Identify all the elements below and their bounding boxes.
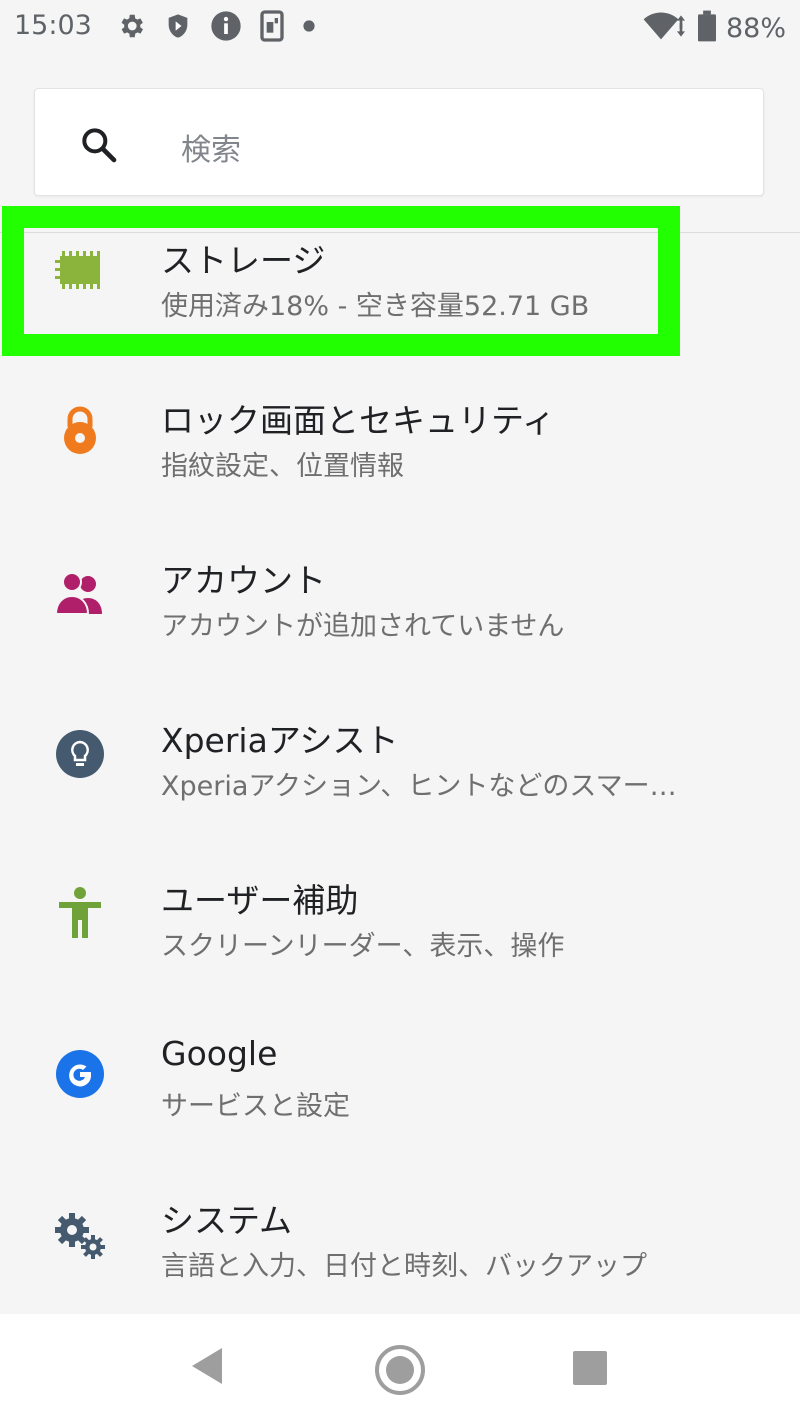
- wifi-icon: [642, 10, 688, 46]
- accessibility-icon: [54, 886, 106, 938]
- settings-item-system[interactable]: システム 言語と入力、日付と時刻、バックアップ: [0, 1176, 800, 1316]
- status-right: 88%: [642, 10, 786, 46]
- settings-item-title: Google: [161, 1034, 278, 1073]
- settings-item-subtitle: 言語と入力、日付と時刻、バックアップ: [161, 1251, 647, 1282]
- battery-percent: 88%: [725, 12, 786, 44]
- sim-icon: [260, 10, 284, 42]
- settings-item-subtitle: スクリーンリーダー、表示、操作: [161, 931, 565, 962]
- google-icon: [54, 1048, 106, 1100]
- lock-icon: [54, 404, 106, 456]
- status-bar: 15:03 88%: [0, 0, 800, 56]
- lightbulb-icon: [54, 728, 106, 780]
- accounts-icon: [54, 568, 106, 620]
- search-bar[interactable]: 検索: [34, 88, 764, 196]
- settings-item-subtitle: アカウントが追加されていません: [161, 611, 565, 642]
- home-icon[interactable]: [374, 1344, 426, 1400]
- settings-item-accounts[interactable]: アカウント アカウントが追加されていません: [0, 536, 800, 676]
- settings-item-accessibility[interactable]: ユーザー補助 スクリーンリーダー、表示、操作: [0, 856, 800, 996]
- settings-item-subtitle: サービスと設定: [161, 1091, 350, 1122]
- status-icons-left: [116, 10, 316, 42]
- battery-icon: [697, 10, 716, 46]
- search-icon: [79, 125, 119, 169]
- settings-item-title: システム: [161, 1201, 293, 1240]
- settings-item-title: Xperiaアシスト: [161, 721, 399, 760]
- settings-item-subtitle: 指紋設定、位置情報: [161, 451, 404, 482]
- status-time: 15:03: [14, 10, 92, 41]
- settings-item-subtitle: Xperiaアクション、ヒントなどのスマー…: [161, 771, 677, 802]
- gear-icon: [116, 11, 146, 41]
- system-gears-icon: [54, 1210, 106, 1262]
- search-placeholder: 検索: [181, 133, 241, 168]
- settings-item-title: ユーザー補助: [161, 881, 359, 920]
- settings-item-title: ロック画面とセキュリティ: [161, 401, 556, 440]
- recents-icon[interactable]: [572, 1350, 608, 1390]
- shield-icon: [164, 11, 192, 41]
- settings-item-xperia-assist[interactable]: Xperiaアシスト Xperiaアクション、ヒントなどのスマー…: [0, 696, 800, 836]
- highlight-box: [2, 206, 680, 356]
- navigation-bar: [0, 1314, 800, 1422]
- back-icon[interactable]: [190, 1346, 224, 1390]
- settings-item-title: アカウント: [161, 561, 326, 600]
- dot-icon: [302, 19, 316, 33]
- settings-item-lock-screen-security[interactable]: ロック画面とセキュリティ 指紋設定、位置情報: [0, 376, 800, 516]
- settings-item-google[interactable]: Google サービスと設定: [0, 1016, 800, 1156]
- info-icon: [210, 10, 242, 42]
